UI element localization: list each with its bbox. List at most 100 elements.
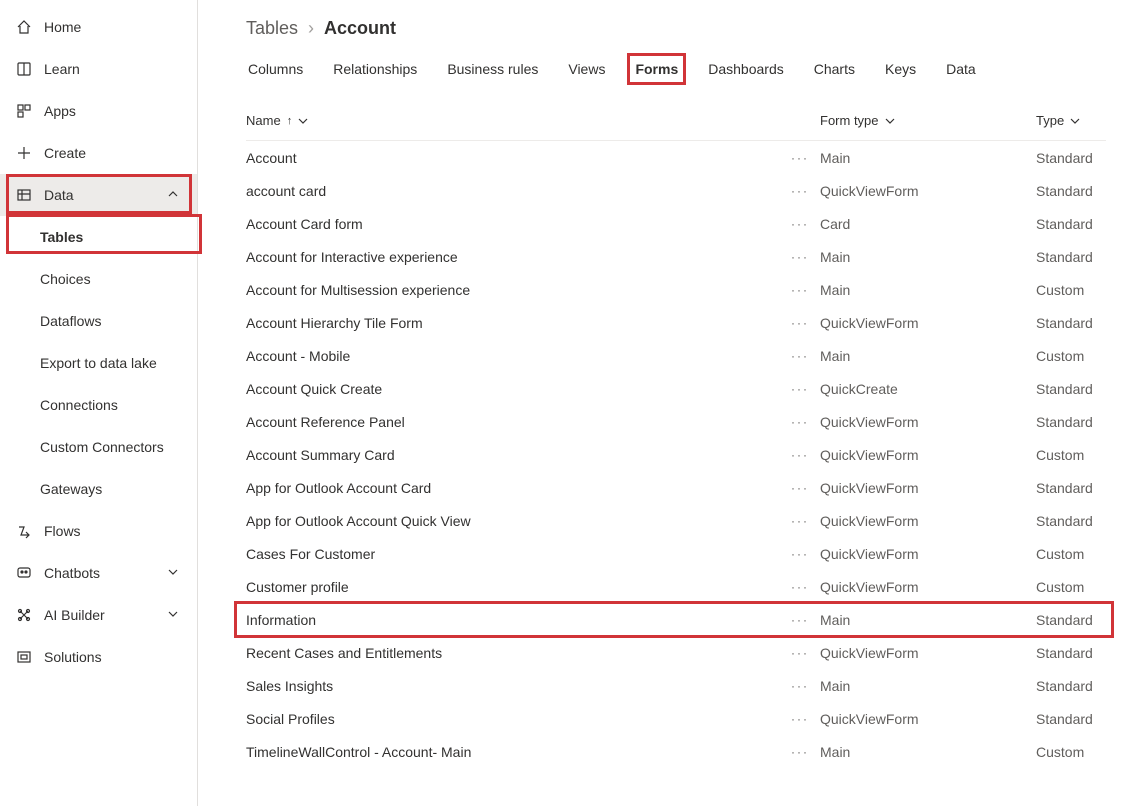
column-header-type[interactable]: Type xyxy=(1036,113,1106,128)
table-row[interactable]: Account - Mobile ··· Main Custom xyxy=(246,339,1106,372)
row-actions-button[interactable]: ··· xyxy=(780,580,820,594)
row-actions-button[interactable]: ··· xyxy=(780,349,820,363)
tabs: Columns Relationships Business rules Views F… xyxy=(246,57,1106,81)
cell-name[interactable]: Sales Insights xyxy=(246,678,780,694)
cell-formtype: QuickViewForm xyxy=(820,315,1036,331)
table-row[interactable]: Account Hierarchy Tile Form ··· QuickVie… xyxy=(246,306,1106,339)
cell-name[interactable]: Customer profile xyxy=(246,579,780,595)
sidebar-item-custom-connectors[interactable]: Custom Connectors xyxy=(0,426,197,468)
table-row[interactable]: Account Card form ··· Card Standard xyxy=(246,207,1106,240)
row-actions-button[interactable]: ··· xyxy=(780,250,820,264)
row-actions-button[interactable]: ··· xyxy=(780,316,820,330)
breadcrumb: Tables › Account xyxy=(246,18,1106,39)
cell-formtype: Main xyxy=(820,612,1036,628)
cell-name[interactable]: Social Profiles xyxy=(246,711,780,727)
cell-name[interactable]: Account Hierarchy Tile Form xyxy=(246,315,780,331)
column-header-name[interactable]: Name ↑ xyxy=(246,113,780,128)
cell-name[interactable]: Cases For Customer xyxy=(246,546,780,562)
chevron-down-icon xyxy=(167,566,181,580)
cell-name[interactable]: Account Card form xyxy=(246,216,780,232)
row-actions-button[interactable]: ··· xyxy=(780,283,820,297)
cell-type: Standard xyxy=(1036,216,1106,232)
cell-name[interactable]: Account for Multisession experience xyxy=(246,282,780,298)
table-row[interactable]: Account Reference Panel ··· QuickViewFor… xyxy=(246,405,1106,438)
sidebar-item-data[interactable]: Data xyxy=(0,174,197,216)
sidebar-item-label: Flows xyxy=(44,523,181,539)
table-row[interactable]: Information ··· Main Standard xyxy=(246,603,1106,636)
sidebar-item-choices[interactable]: Choices xyxy=(0,258,197,300)
table-row[interactable]: TimelineWallControl - Account- Main ··· … xyxy=(246,735,1106,768)
table-row[interactable]: Sales Insights ··· Main Standard xyxy=(246,669,1106,702)
tab-dashboards[interactable]: Dashboards xyxy=(706,57,786,81)
sidebar: Home Learn Apps Create Data TablesChoice… xyxy=(0,0,198,806)
sidebar-item-solutions[interactable]: Solutions xyxy=(0,636,197,678)
sidebar-item-label: Data xyxy=(44,187,155,203)
cell-name[interactable]: Recent Cases and Entitlements xyxy=(246,645,780,661)
row-actions-button[interactable]: ··· xyxy=(780,679,820,693)
row-actions-button[interactable]: ··· xyxy=(780,217,820,231)
sidebar-item-label: Gateways xyxy=(40,481,181,497)
cell-name[interactable]: Information xyxy=(246,612,780,628)
cell-name[interactable]: App for Outlook Account Quick View xyxy=(246,513,780,529)
row-actions-button[interactable]: ··· xyxy=(780,712,820,726)
cell-type: Standard xyxy=(1036,645,1106,661)
row-actions-button[interactable]: ··· xyxy=(780,646,820,660)
cell-name[interactable]: TimelineWallControl - Account- Main xyxy=(246,744,780,760)
sidebar-item-export-to-data-lake[interactable]: Export to data lake xyxy=(0,342,197,384)
table-row[interactable]: account card ··· QuickViewForm Standard xyxy=(246,174,1106,207)
cell-type: Custom xyxy=(1036,348,1106,364)
tab-relationships[interactable]: Relationships xyxy=(331,57,419,81)
cell-name[interactable]: Account xyxy=(246,150,780,166)
column-header-formtype[interactable]: Form type xyxy=(820,113,1036,128)
sidebar-item-tables[interactable]: Tables xyxy=(0,216,197,258)
sidebar-item-gateways[interactable]: Gateways xyxy=(0,468,197,510)
row-actions-button[interactable]: ··· xyxy=(780,745,820,759)
cell-name[interactable]: Account for Interactive experience xyxy=(246,249,780,265)
cell-name[interactable]: App for Outlook Account Card xyxy=(246,480,780,496)
sidebar-item-learn[interactable]: Learn xyxy=(0,48,197,90)
row-actions-button[interactable]: ··· xyxy=(780,613,820,627)
row-actions-button[interactable]: ··· xyxy=(780,547,820,561)
tab-keys[interactable]: Keys xyxy=(883,57,918,81)
table-row[interactable]: Account ··· Main Standard xyxy=(246,141,1106,174)
tab-charts[interactable]: Charts xyxy=(812,57,857,81)
tab-business-rules[interactable]: Business rules xyxy=(445,57,540,81)
row-actions-button[interactable]: ··· xyxy=(780,448,820,462)
cell-name[interactable]: account card xyxy=(246,183,780,199)
sidebar-item-create[interactable]: Create xyxy=(0,132,197,174)
cell-name[interactable]: Account Summary Card xyxy=(246,447,780,463)
tab-data[interactable]: Data xyxy=(944,57,978,81)
table-row[interactable]: Recent Cases and Entitlements ··· QuickV… xyxy=(246,636,1106,669)
cell-name[interactable]: Account Reference Panel xyxy=(246,414,780,430)
tab-forms[interactable]: Forms xyxy=(633,57,680,81)
cell-name[interactable]: Account - Mobile xyxy=(246,348,780,364)
sidebar-item-apps[interactable]: Apps xyxy=(0,90,197,132)
cell-type: Standard xyxy=(1036,480,1106,496)
sidebar-item-dataflows[interactable]: Dataflows xyxy=(0,300,197,342)
sidebar-item-chatbots[interactable]: Chatbots xyxy=(0,552,197,594)
sidebar-item-home[interactable]: Home xyxy=(0,6,197,48)
tab-columns[interactable]: Columns xyxy=(246,57,305,81)
sidebar-item-connections[interactable]: Connections xyxy=(0,384,197,426)
table-row[interactable]: App for Outlook Account Card ··· QuickVi… xyxy=(246,471,1106,504)
cell-name[interactable]: Account Quick Create xyxy=(246,381,780,397)
table-row[interactable]: App for Outlook Account Quick View ··· Q… xyxy=(246,504,1106,537)
table-row[interactable]: Social Profiles ··· QuickViewForm Standa… xyxy=(246,702,1106,735)
breadcrumb-parent[interactable]: Tables xyxy=(246,18,298,39)
table-row[interactable]: Account Quick Create ··· QuickCreate Sta… xyxy=(246,372,1106,405)
sidebar-item-flows[interactable]: Flows xyxy=(0,510,197,552)
sidebar-item-ai-builder[interactable]: AI Builder xyxy=(0,594,197,636)
table-row[interactable]: Customer profile ··· QuickViewForm Custo… xyxy=(246,570,1106,603)
row-actions-button[interactable]: ··· xyxy=(780,382,820,396)
row-actions-button[interactable]: ··· xyxy=(780,481,820,495)
row-actions-button[interactable]: ··· xyxy=(780,415,820,429)
row-actions-button[interactable]: ··· xyxy=(780,514,820,528)
table-row[interactable]: Account Summary Card ··· QuickViewForm C… xyxy=(246,438,1106,471)
row-actions-button[interactable]: ··· xyxy=(780,184,820,198)
table-row[interactable]: Account for Multisession experience ··· … xyxy=(246,273,1106,306)
cell-type: Standard xyxy=(1036,249,1106,265)
table-row[interactable]: Account for Interactive experience ··· M… xyxy=(246,240,1106,273)
table-row[interactable]: Cases For Customer ··· QuickViewForm Cus… xyxy=(246,537,1106,570)
tab-views[interactable]: Views xyxy=(566,57,607,81)
row-actions-button[interactable]: ··· xyxy=(780,151,820,165)
